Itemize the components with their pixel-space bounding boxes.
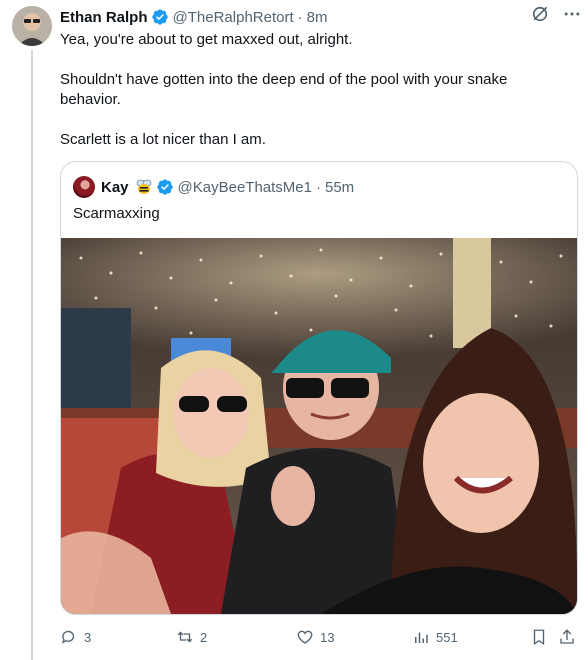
views-count: 551 — [436, 629, 458, 645]
verified-badge-icon — [151, 9, 168, 25]
views-button[interactable]: 551 — [412, 624, 458, 650]
bookmark-icon — [533, 629, 545, 646]
tweet-paragraph: Yea, you're about to get maxxed out, alr… — [60, 31, 353, 48]
heart-icon — [297, 630, 313, 644]
views-chart-icon — [415, 632, 428, 643]
quote-time[interactable]: 55m — [325, 179, 354, 196]
tweet-time[interactable]: 8m — [307, 9, 328, 26]
header-actions — [530, 4, 582, 24]
tweet-paragraph: Shouldn't have gotten into the deep end … — [60, 71, 508, 108]
like-count: 13 — [320, 629, 335, 645]
share-icon — [560, 629, 574, 644]
bookmark-button[interactable] — [530, 624, 548, 650]
tweet-text: Yea, you're about to get maxxed out, alr… — [60, 30, 560, 170]
repost-button[interactable]: 2 — [176, 624, 207, 650]
reply-count: 3 — [84, 629, 92, 645]
quote-text: Scarmaxxing — [73, 205, 160, 222]
like-button[interactable]: 13 — [296, 624, 334, 650]
repost-count: 2 — [200, 629, 208, 645]
tweet-actions: 3 2 13 551 — [60, 624, 580, 650]
quote-avatar[interactable] — [73, 176, 95, 198]
author-handle[interactable]: @TheRalphRetort — [173, 9, 294, 26]
verified-badge-icon — [156, 179, 173, 195]
bee-icon — [136, 179, 151, 194]
more-options-icon[interactable] — [562, 4, 582, 24]
quote-photo[interactable] — [61, 238, 577, 614]
author-avatar[interactable] — [12, 6, 52, 46]
repost-icon — [177, 631, 193, 643]
grok-icon[interactable] — [530, 4, 550, 24]
author-name[interactable]: Ethan Ralph — [60, 9, 148, 26]
quote-author-name[interactable]: Kay — [101, 179, 129, 196]
separator-dot: · — [316, 178, 321, 196]
quote-author-handle[interactable]: @KayBeeThatsMe1 — [178, 179, 312, 196]
quote-header: Kay @KayBeeThatsMe1 · 55m — [73, 176, 354, 198]
reply-icon — [61, 630, 75, 644]
tweet-header: Ethan Ralph @TheRalphRetort · 8m — [60, 7, 578, 27]
separator-dot: · — [297, 8, 303, 26]
reply-button[interactable]: 3 — [60, 624, 91, 650]
quoted-tweet[interactable]: Kay @KayBeeThatsMe1 · 55m Scarmaxxing — [60, 161, 578, 615]
tweet-paragraph: Scarlett is a lot nicer than I am. — [60, 131, 266, 148]
thread-line — [31, 50, 33, 660]
share-button[interactable] — [558, 624, 576, 650]
